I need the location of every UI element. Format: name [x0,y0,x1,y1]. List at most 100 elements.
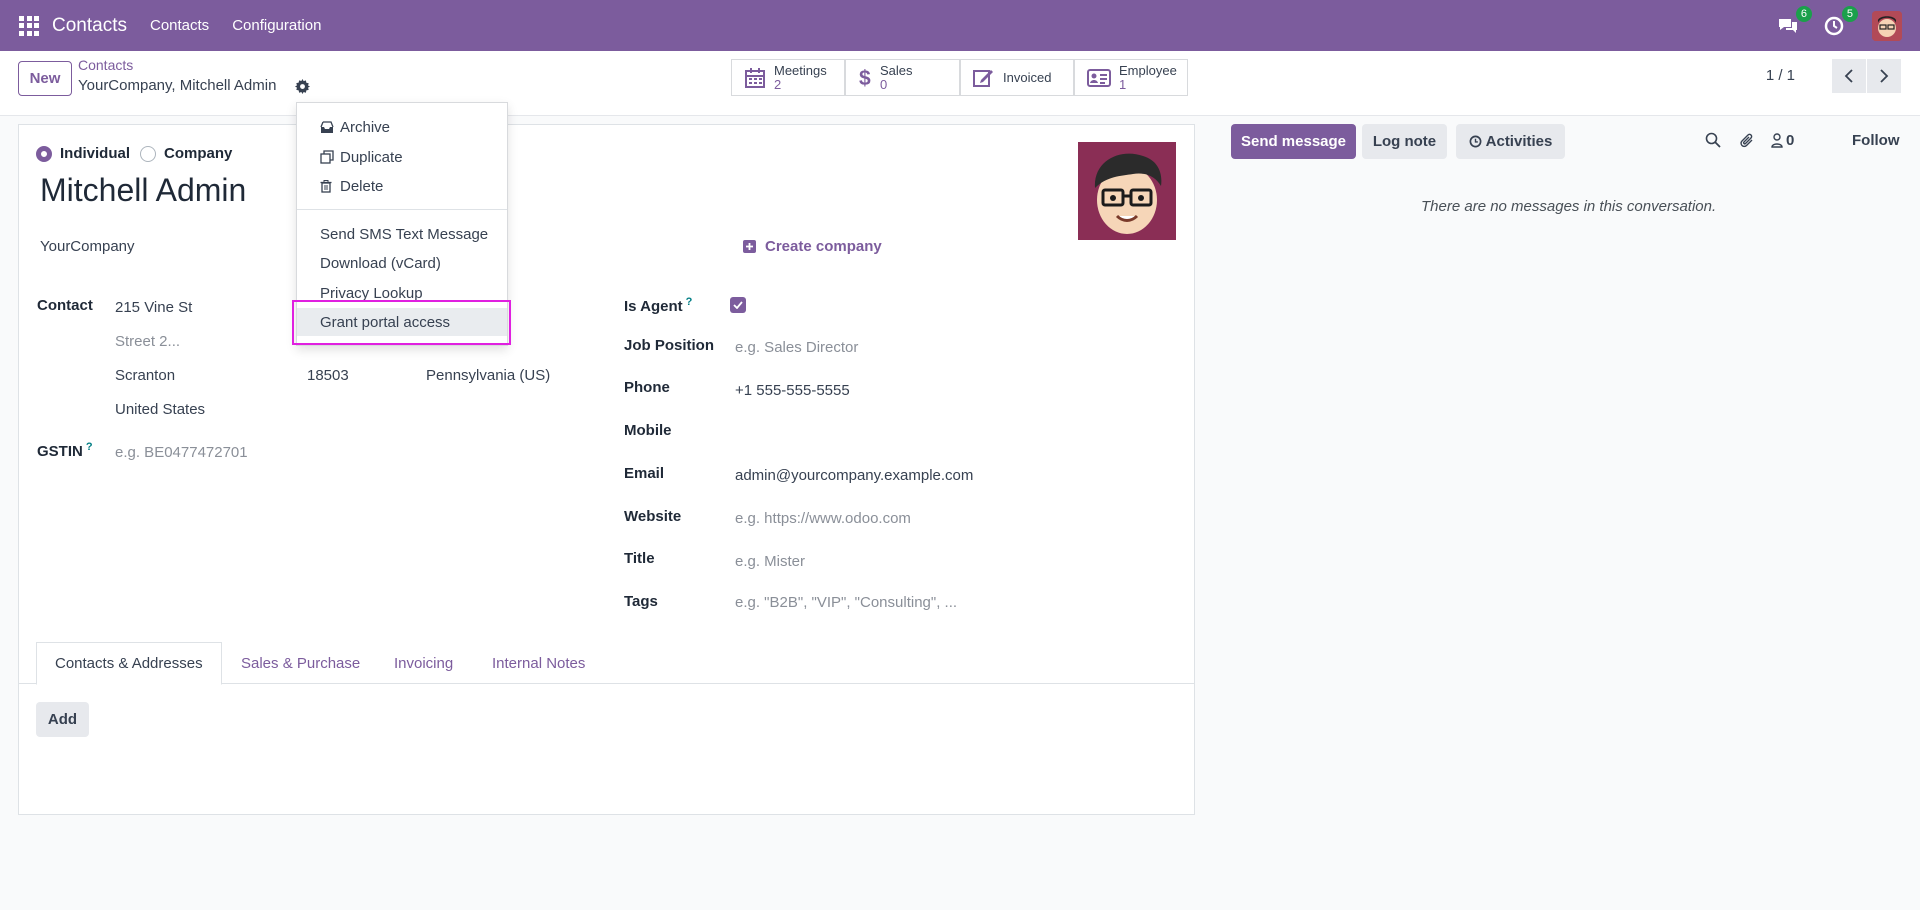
menu-item-duplicate[interactable]: Duplicate [297,143,507,171]
pencil-square-icon [973,68,995,88]
pager-value[interactable]: 1 / 1 [1766,67,1795,84]
new-button[interactable]: New [18,61,72,96]
gear-icon[interactable] [295,79,310,98]
state-input[interactable]: Pennsylvania (US) [426,367,550,384]
title-input[interactable]: e.g. Mister [735,553,805,570]
sales-label: Sales [880,62,913,78]
plus-square-icon [743,240,756,253]
is-agent-checkbox[interactable] [730,297,746,313]
radio-individual-circle[interactable] [36,145,52,162]
sales-value: 0 [880,76,888,92]
activities-badge: 5 [1841,5,1858,22]
radio-individual-label: Individual [60,145,131,162]
zip-input[interactable]: 18503 [307,367,349,384]
email-input[interactable]: admin@yourcompany.example.com [735,467,973,484]
tags-label: Tags [624,593,658,610]
control-panel: New Contacts YourCompany, Mitchell Admin… [0,51,1920,116]
tab-invoicing[interactable]: Invoicing [376,642,471,684]
email-label: Email [624,465,665,482]
radio-company-label: Company [164,145,233,162]
meetings-value: 2 [774,76,782,92]
follow-button[interactable]: Follow [1852,132,1900,149]
messages-button[interactable]: 6 [1776,5,1812,38]
gstin-label: GSTIN? [37,441,93,460]
radio-company-circle[interactable] [140,145,156,162]
activities-button-chatter[interactable]: Activities [1456,124,1565,159]
tab-internal-notes[interactable]: Internal Notes [474,642,603,684]
menu-item-send-sms[interactable]: Send SMS Text Message [297,220,507,248]
phone-input[interactable]: +1 555-555-5555 [735,382,850,399]
copy-icon [320,150,334,164]
messages-badge: 6 [1795,5,1812,22]
chevron-left-icon [1844,69,1853,83]
highlight-box [292,300,511,345]
company-input[interactable]: YourCompany [40,238,135,255]
menu-contacts[interactable]: Contacts [150,17,209,34]
radio-company[interactable]: Company [140,145,232,162]
phone-label: Phone [624,379,670,396]
check-icon [733,301,743,309]
contact-label: Contact [37,297,93,314]
menu-configuration[interactable]: Configuration [232,17,321,34]
activities-button[interactable]: 5 [1822,5,1858,38]
menu-item-delete[interactable]: Delete [297,172,507,200]
pager-previous-button[interactable] [1832,59,1866,93]
pager-next-button[interactable] [1867,59,1901,93]
radio-individual[interactable]: Individual [36,145,130,162]
smart-button-invoiced[interactable]: Invoiced [960,59,1074,96]
tab-contacts-addresses[interactable]: Contacts & Addresses [36,642,222,685]
website-label: Website [624,508,682,525]
employee-label: Employee [1119,62,1177,78]
job-position-label: Job Position [624,337,714,354]
log-note-button[interactable]: Log note [1362,124,1447,159]
top-navbar: Contacts Contacts Configuration 6 5 [0,0,1920,51]
partner-avatar-image[interactable] [1078,142,1176,240]
menu-item-download-vcard[interactable]: Download (vCard) [297,249,507,277]
notebook-tabs: Contacts & Addresses Sales & Purchase In… [18,642,1195,685]
website-input[interactable]: e.g. https://www.odoo.com [735,510,911,527]
archive-icon [320,120,334,134]
apps-grid-icon[interactable] [19,15,39,36]
send-message-button[interactable]: Send message [1231,124,1356,159]
street2-input[interactable]: Street 2... [115,333,180,350]
dollar-icon: $ [858,67,872,89]
form-sheet [18,124,1195,815]
street-input[interactable]: 215 Vine St [115,299,192,316]
job-position-input[interactable]: e.g. Sales Director [735,339,858,356]
gstin-input[interactable]: e.g. BE0477472701 [115,444,248,461]
id-card-icon [1087,68,1111,87]
add-button[interactable]: Add [36,702,89,737]
svg-text:$: $ [859,67,871,89]
app-brand[interactable]: Contacts [52,15,127,37]
archive-label: Archive [340,118,391,136]
search-icon[interactable] [1705,132,1721,148]
delete-label: Delete [340,177,384,195]
city-input[interactable]: Scranton [115,367,175,384]
clock-icon [1824,16,1844,35]
followers-button[interactable]: 0 [1771,132,1794,149]
clock-icon [1469,135,1482,148]
followers-count: 0 [1786,132,1795,149]
country-input[interactable]: United States [115,401,205,418]
user-avatar[interactable] [1872,10,1902,41]
smart-button-sales[interactable]: $ Sales 0 [845,59,960,96]
create-company-button[interactable]: Create company [743,238,882,255]
partner-name-input[interactable]: Mitchell Admin [40,172,246,209]
smart-button-employee[interactable]: Employee 1 [1074,59,1188,96]
trash-icon [320,179,334,193]
help-icon[interactable]: ? [686,296,693,308]
breadcrumb-parent[interactable]: Contacts [78,57,133,73]
menu-item-archive[interactable]: Archive [297,113,507,141]
tab-sales-purchase[interactable]: Sales & Purchase [223,642,378,684]
gstin-label-text: GSTIN [37,443,83,460]
meetings-label: Meetings [774,62,827,78]
title-label: Title [624,550,655,567]
activities-label: Activities [1485,133,1553,150]
tags-input[interactable]: e.g. "B2B", "VIP", "Consulting", ... [735,594,957,611]
help-icon[interactable]: ? [86,441,93,453]
smart-button-meetings[interactable]: Meetings 2 [731,59,845,96]
chat-bubbles-icon [1779,18,1797,33]
paperclip-icon[interactable] [1739,132,1755,149]
duplicate-label: Duplicate [340,148,403,166]
mobile-label: Mobile [624,422,672,439]
